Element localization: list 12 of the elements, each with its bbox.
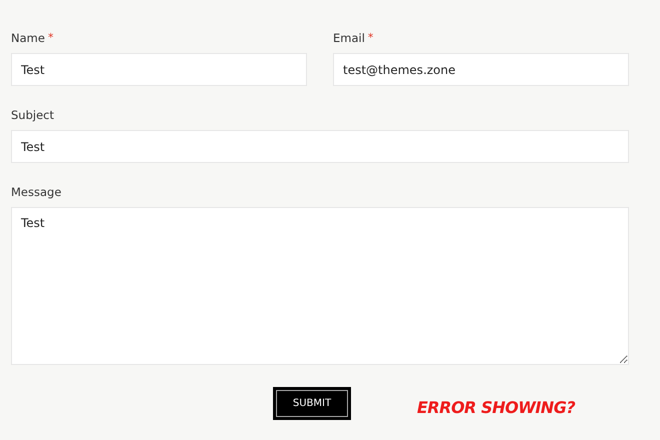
- field-label: Name: [11, 31, 45, 46]
- required-mark: *: [368, 31, 374, 46]
- field-label: Email: [333, 31, 365, 46]
- input-field[interactable]: Test: [11, 53, 307, 86]
- error-note: ERROR SHOWING?: [417, 398, 575, 417]
- field-label: Message: [11, 185, 62, 200]
- field-label: Subject: [11, 108, 54, 123]
- input-field[interactable]: Test: [11, 130, 629, 163]
- message-field[interactable]: Test: [11, 207, 629, 365]
- input-field[interactable]: test@themes.zone: [333, 53, 629, 86]
- required-mark: *: [48, 31, 54, 46]
- submit-button[interactable]: SUBMIT: [273, 387, 351, 420]
